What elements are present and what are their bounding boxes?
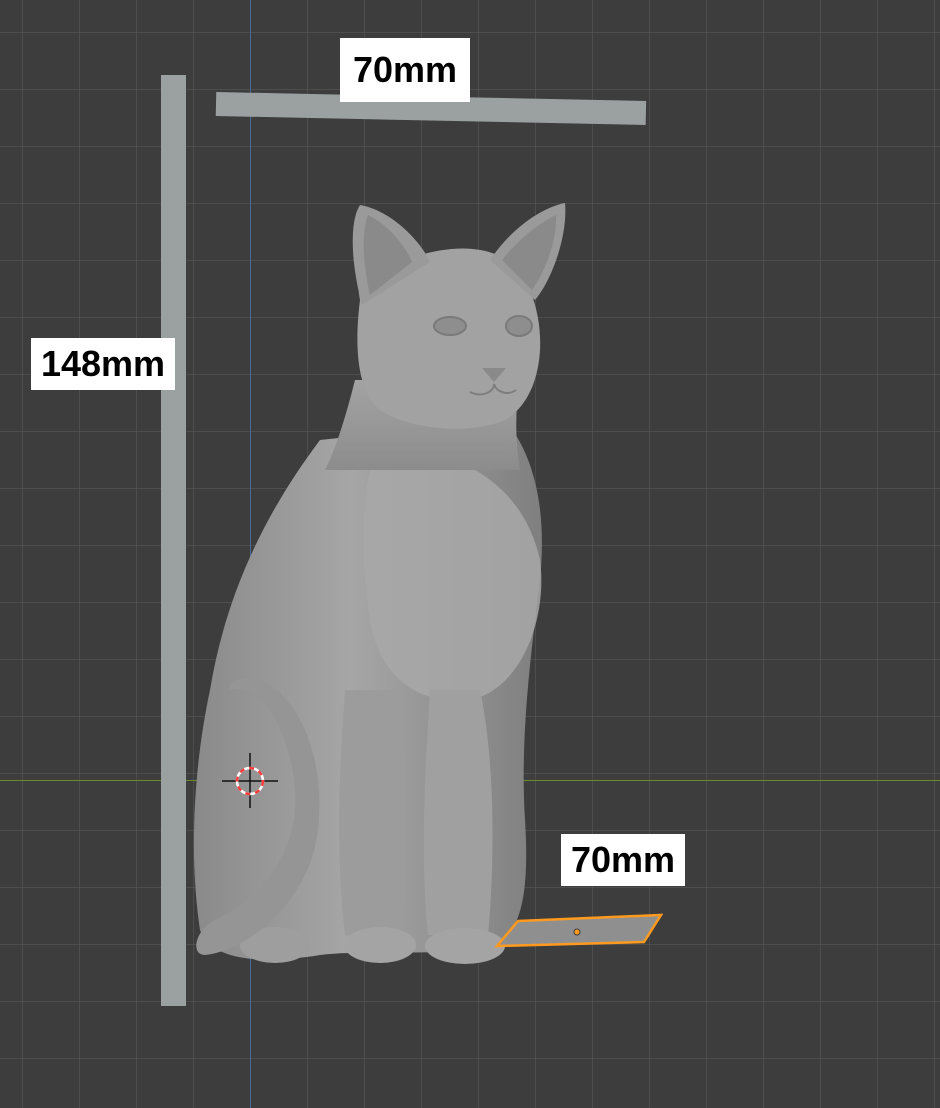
- bottom-width-plane[interactable]: [494, 913, 664, 948]
- cat-paw-front-right: [425, 928, 505, 964]
- cat-eye-right: [505, 315, 533, 337]
- height-label: 148mm: [31, 338, 175, 390]
- cat-front-leg-left: [339, 690, 406, 940]
- plane-origin-point: [573, 928, 581, 936]
- 3d-viewport[interactable]: 70mm 148mm 70mm: [0, 0, 940, 1108]
- cat-eye-left: [433, 316, 467, 336]
- scene-canvas: [193, 203, 664, 964]
- cat-paw-front-left: [344, 927, 416, 963]
- cat-model[interactable]: [193, 203, 566, 964]
- bottom-width-label: 70mm: [561, 834, 685, 886]
- cat-front-leg-right: [423, 690, 493, 935]
- top-width-label: 70mm: [340, 38, 470, 102]
